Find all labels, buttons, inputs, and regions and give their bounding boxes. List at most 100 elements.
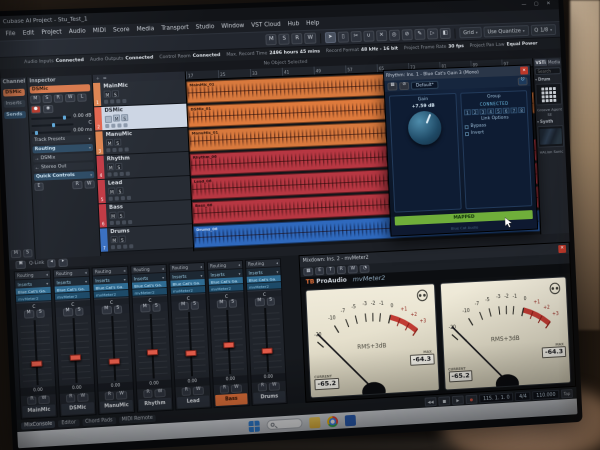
mixer-channel-drums[interactable]: Routing ◂ Inserts ▾ Blue Cat's Ga. mvMeter… <box>244 258 288 406</box>
channel-fader[interactable] <box>213 309 245 375</box>
menu-project[interactable]: Project <box>41 29 62 36</box>
taskbar-search-input[interactable] <box>266 417 303 431</box>
channel-name[interactable]: MainMic <box>22 404 56 418</box>
mute-button[interactable]: M <box>109 211 117 220</box>
cubase-app-icon[interactable] <box>344 414 357 426</box>
bypass-checkbox[interactable]: Bypass <box>464 123 487 129</box>
quick-controls-edit-button[interactable]: E <box>34 182 44 192</box>
write-button[interactable]: W <box>38 395 50 404</box>
chrome-icon[interactable] <box>326 415 339 427</box>
track-row-drums[interactable]: 7 Drums MS <box>99 224 194 253</box>
solo-button[interactable]: S <box>113 138 122 146</box>
menu-edit[interactable]: Edit <box>23 30 35 36</box>
split-tool-icon[interactable]: ✂ <box>350 30 362 43</box>
meter-read-button[interactable]: R <box>336 265 347 275</box>
channel-solo-button[interactable]: S <box>22 249 33 258</box>
menu-vst-cloud[interactable]: VST Cloud <box>251 22 281 29</box>
mute-button[interactable]: M <box>216 299 227 309</box>
stop-button[interactable]: ■ <box>438 395 451 406</box>
fader-cap[interactable] <box>223 341 235 349</box>
mute-button[interactable]: M <box>108 187 116 195</box>
menu-transport[interactable]: Transport <box>161 25 189 32</box>
delay-slider[interactable] <box>31 130 72 135</box>
tempo-value[interactable]: 110.000 <box>532 389 560 400</box>
channel-mute-button[interactable]: M <box>10 249 22 259</box>
fader-cap[interactable] <box>30 360 43 367</box>
mixer-channel-dsmic[interactable]: Routing ◂ Inserts ▾ Blue Cat's Ga. mvMeter… <box>52 267 97 418</box>
channel-name[interactable]: Lead <box>176 395 210 409</box>
rack-search-input[interactable] <box>534 67 561 76</box>
routing-section-header[interactable]: Routing ▾ <box>32 143 94 154</box>
gain-knob[interactable] <box>406 110 442 146</box>
channel-panel-header[interactable]: Channel <box>3 79 26 85</box>
menu-help[interactable]: Help <box>306 20 319 26</box>
meter-menu-icon[interactable]: ▦ <box>303 267 314 276</box>
synth-section-header[interactable]: ▾ Synth <box>537 118 563 125</box>
menu-audio[interactable]: Audio <box>69 29 86 36</box>
mixer-channel-lead[interactable]: Routing ◂ Inserts ▾ Blue Cat's Ga. mvMeter… <box>168 261 212 411</box>
group-4-button[interactable]: 4 <box>487 108 495 115</box>
mute-tool-icon[interactable]: ⊘ <box>401 29 413 41</box>
solo-button[interactable]: S <box>116 187 124 195</box>
channel-name[interactable]: Bass <box>215 393 248 407</box>
mute-button[interactable]: M <box>110 235 118 244</box>
channel-name[interactable]: ManuMic <box>99 399 133 413</box>
erase-tool-icon[interactable]: ✕ <box>375 30 388 42</box>
group-6-button[interactable]: 6 <box>502 107 510 114</box>
track-presets-button[interactable]: Track Presets ▾ <box>32 134 93 145</box>
zone-right-icon[interactable]: ▸ <box>58 258 68 267</box>
halion-thumbnail[interactable] <box>537 125 565 148</box>
color-tool-icon[interactable]: ◧ <box>439 27 451 40</box>
close-icon[interactable]: ✕ <box>558 244 567 253</box>
write-button[interactable]: W <box>192 386 204 395</box>
mute-button[interactable]: M <box>106 163 115 171</box>
solo-button[interactable]: S <box>120 114 129 122</box>
menu-hub[interactable]: Hub <box>288 21 300 27</box>
menu-score[interactable]: Score <box>113 27 130 34</box>
solo-button[interactable]: S <box>115 162 123 171</box>
channel-name[interactable]: DSMic <box>61 402 95 416</box>
read-button[interactable]: R <box>66 393 76 403</box>
mute-button[interactable]: M <box>254 297 265 307</box>
mixer-channel-bass[interactable]: Routing ◂ Inserts ▾ Blue Cat's Ga. mvMeter… <box>206 259 250 409</box>
record-button[interactable]: ● <box>465 394 478 404</box>
tab-mixconsole[interactable]: MixConsole <box>20 420 56 430</box>
quantize-value-dropdown[interactable]: Q 1/8 ▾ <box>530 24 557 36</box>
mute-button[interactable]: M <box>139 303 151 313</box>
solo-button[interactable]: S <box>35 308 46 318</box>
inspector-mute-button[interactable]: M <box>30 95 41 104</box>
minimize-button[interactable]: — <box>519 1 530 7</box>
plugin-menu-icon[interactable]: ▦ <box>387 81 398 91</box>
tab-media[interactable]: Media <box>547 58 561 66</box>
channel-track-name[interactable]: DSMic <box>2 88 25 97</box>
tap-tempo-button[interactable]: Tap <box>560 388 573 398</box>
menu-media[interactable]: Media <box>137 26 155 33</box>
group-1-button[interactable]: 1 <box>463 109 471 116</box>
zoom-tool-icon[interactable]: ◎ <box>388 29 400 41</box>
mute-button[interactable]: M <box>112 114 121 122</box>
solo-button[interactable]: S <box>228 298 238 308</box>
mute-button[interactable]: M <box>23 309 34 319</box>
automation-write-button[interactable]: W <box>304 32 317 44</box>
read-button[interactable]: R <box>104 391 115 400</box>
solo-button[interactable]: S <box>117 211 125 219</box>
range-select-tool-icon[interactable]: ▯ <box>337 31 349 43</box>
read-button[interactable]: R <box>143 389 153 398</box>
mixer-channel-rhythm[interactable]: Routing ◂ Inserts ▾ Blue Cat's Ga. mvMeter… <box>130 263 174 413</box>
grid-type-dropdown[interactable]: Grid ▾ <box>459 26 482 39</box>
read-button[interactable]: R <box>181 386 192 396</box>
mute-button[interactable]: M <box>105 138 114 147</box>
menu-window[interactable]: Window <box>221 23 244 30</box>
fader-cap[interactable] <box>69 354 82 362</box>
meter-edit-button[interactable]: E <box>315 266 325 276</box>
start-button-icon[interactable] <box>248 420 260 432</box>
read-button[interactable]: R <box>257 382 268 392</box>
menu-file[interactable]: File <box>5 31 15 37</box>
fader-cap[interactable] <box>261 347 273 355</box>
automation-mute-button[interactable]: M <box>265 33 278 46</box>
write-button[interactable]: W <box>77 392 89 402</box>
zone-left-icon[interactable]: ◂ <box>47 258 57 268</box>
group-7-button[interactable]: 7 <box>510 107 518 114</box>
solo-button[interactable]: S <box>190 300 200 310</box>
automation-solo-button[interactable]: S <box>278 33 291 45</box>
